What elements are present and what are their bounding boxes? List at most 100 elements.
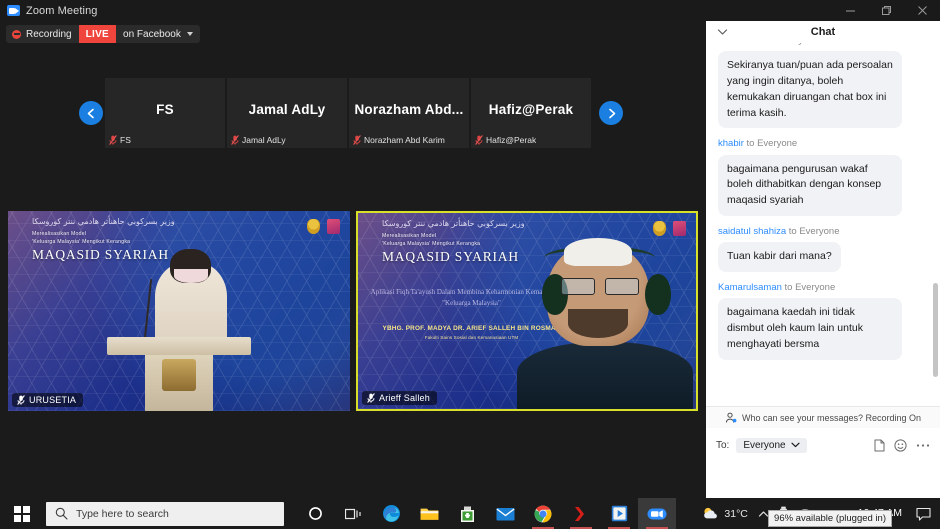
window-controls bbox=[832, 0, 940, 21]
slide-subtitle-line1: Merealisasikan Model bbox=[382, 233, 437, 239]
windows-taskbar: Type here to search 31°C AM 96% availabl… bbox=[0, 498, 940, 529]
chat-panel: Chat URUSETIA to Everyone Sekiranya tuan… bbox=[706, 21, 940, 498]
action-center-button[interactable] bbox=[910, 498, 936, 529]
chat-message-text: Tuan kabir dari mana? bbox=[718, 242, 841, 273]
thumbnail-name: Norazham Abd Karim bbox=[364, 135, 445, 145]
mic-muted-icon bbox=[109, 135, 117, 145]
slide-subtitle-line2: 'Keluarga Malaysia' Mengikut Kerangka bbox=[382, 240, 481, 247]
chat-sender-recipient: to Everyone bbox=[768, 43, 819, 46]
video-tile-arieff-salleh[interactable]: وزير بسركوبي حاهنأتر هادمي ننتر كوروسكا … bbox=[356, 211, 698, 411]
chat-sender-recipient: to Everyone bbox=[784, 282, 836, 294]
search-icon bbox=[55, 507, 68, 520]
chat-message-sender: URUSETIA to Everyone bbox=[718, 43, 928, 47]
google-chrome-icon[interactable] bbox=[524, 498, 562, 529]
recording-indicator[interactable]: Recording bbox=[6, 25, 79, 43]
chat-message: khabir to Everyone bagaimana pengurusan … bbox=[718, 138, 928, 216]
chat-sender-recipient: to Everyone bbox=[746, 138, 798, 150]
partly-sunny-icon bbox=[704, 507, 718, 519]
more-options-icon[interactable] bbox=[916, 443, 930, 448]
participant-thumbnail[interactable]: Hafiz@Perak Hafiz@Perak bbox=[471, 78, 591, 148]
task-view-icon[interactable] bbox=[334, 498, 372, 529]
chat-message-input[interactable] bbox=[706, 462, 940, 498]
participant-thumbnail[interactable]: Norazham Abd... Norazham Abd Karim bbox=[349, 78, 469, 148]
chat-message-text: bagaimana kaedah ini tidak dismbut oleh … bbox=[718, 298, 902, 360]
system-tray: 31°C ENG 10:47 AM bbox=[697, 498, 940, 529]
file-icon[interactable] bbox=[874, 439, 885, 452]
participant-thumbnail[interactable]: Jamal AdLy Jamal AdLy bbox=[227, 78, 347, 148]
chat-message-list[interactable]: URUSETIA to Everyone Sekiranya tuan/puan… bbox=[706, 43, 940, 406]
compose-to-label: To: bbox=[716, 439, 730, 451]
malaysia-crest-icon bbox=[653, 221, 666, 236]
search-input[interactable]: Type here to search bbox=[46, 501, 284, 526]
chevron-down-icon[interactable] bbox=[716, 26, 728, 38]
chat-header: Chat bbox=[706, 21, 940, 43]
search-placeholder: Type here to search bbox=[76, 507, 169, 520]
zoom-icon[interactable] bbox=[638, 498, 676, 529]
action-center-icon bbox=[915, 507, 931, 521]
chevron-down-icon bbox=[790, 442, 800, 448]
mic-muted-icon bbox=[231, 135, 239, 145]
chevron-down-icon bbox=[186, 32, 193, 36]
chat-message-sender: Kamarulsaman to Everyone bbox=[718, 282, 928, 294]
participant-thumbnail-strip: FS FS Jamal AdLy Jamal AdLy Norazham Abd… bbox=[0, 78, 706, 148]
chat-scrollbar[interactable] bbox=[933, 43, 938, 406]
video-tile-urusetia[interactable]: وزير بسركوبي حاهنأتر هادمي ننتر كوروسكا … bbox=[8, 211, 350, 411]
video-participant-name: Arieff Salleh bbox=[379, 393, 430, 403]
thumbnail-prev-button[interactable] bbox=[79, 101, 103, 125]
thumbnail-initials: Hafiz@Perak bbox=[488, 101, 574, 117]
live-target-label: on Facebook bbox=[123, 28, 181, 40]
participant-thumbnail[interactable]: FS FS bbox=[105, 78, 225, 148]
slide-speaker-affiliation: Fakulti Sains Sosial dan Kemanusiaan UTM bbox=[424, 335, 519, 340]
slide-subtitle: Merealisasikan Model 'Keluarga Malaysia'… bbox=[382, 233, 480, 248]
podium-emblem bbox=[161, 359, 197, 391]
slide-jawi-text: وزير بسركوبي حاهنأتر هادمي ننتر كوروسكا bbox=[382, 219, 525, 228]
cortana-icon[interactable] bbox=[296, 498, 334, 529]
microsoft-edge-icon[interactable] bbox=[372, 498, 410, 529]
malaysia-crest-icon bbox=[307, 219, 320, 234]
weather-widget[interactable]: 31°C bbox=[697, 498, 752, 529]
thumbnail-initials: Norazham Abd... bbox=[354, 101, 464, 117]
chat-message-text: bagaimana pengurusan wakaf boleh dithabi… bbox=[718, 154, 902, 216]
chat-scrollbar-thumb[interactable] bbox=[933, 282, 938, 377]
start-button[interactable] bbox=[0, 498, 44, 529]
close-button[interactable] bbox=[904, 0, 940, 21]
live-stream-target[interactable]: on Facebook bbox=[116, 25, 200, 43]
speaker-face-mask bbox=[173, 269, 209, 283]
chat-privacy-notice[interactable]: Who can see your messages? Recording On bbox=[706, 406, 940, 428]
window-title: Zoom Meeting bbox=[26, 4, 98, 17]
thumbnail-initials: Jamal AdLy bbox=[248, 101, 326, 117]
recording-label: Recording bbox=[26, 28, 72, 40]
chat-sender-name: saidatul shahiza bbox=[718, 225, 787, 237]
battery-tooltip: 96% available (plugged in) bbox=[768, 510, 892, 527]
slide-subtitle-line1: Merealisasikan Model bbox=[32, 231, 87, 237]
event-logo-icon bbox=[673, 221, 686, 236]
thumbnail-name: Jamal AdLy bbox=[242, 135, 286, 145]
thumbnail-footer: FS bbox=[109, 135, 131, 145]
thumbnail-footer: Norazham Abd Karim bbox=[353, 135, 445, 145]
microsoft-store-icon[interactable] bbox=[448, 498, 486, 529]
windows-logo-icon bbox=[14, 505, 30, 522]
chat-sender-name: Kamarulsaman bbox=[718, 282, 782, 294]
video-name-tag: Arieff Salleh bbox=[362, 391, 437, 405]
slide-title: MAQASID SYARIAH bbox=[382, 249, 519, 264]
thumbnail-next-button[interactable] bbox=[599, 101, 623, 125]
chat-message-sender: khabir to Everyone bbox=[718, 138, 928, 150]
kaspersky-icon[interactable] bbox=[562, 498, 600, 529]
chat-sender-name: URUSETIA bbox=[718, 43, 766, 46]
thumbnail-footer: Hafiz@Perak bbox=[475, 135, 536, 145]
eyeglass-left-lens bbox=[560, 277, 595, 296]
chat-message: URUSETIA to Everyone Sekiranya tuan/puan… bbox=[718, 43, 928, 129]
speaker-cap bbox=[564, 238, 632, 266]
podium-top bbox=[107, 337, 251, 355]
speaker-shoulders bbox=[516, 342, 693, 409]
emoji-icon[interactable] bbox=[894, 438, 907, 452]
minimize-button[interactable] bbox=[832, 0, 868, 21]
video-participant-name: URUSETIA bbox=[29, 395, 77, 405]
file-explorer-icon[interactable] bbox=[410, 498, 448, 529]
movies-tv-icon[interactable] bbox=[600, 498, 638, 529]
restore-button[interactable] bbox=[868, 0, 904, 21]
slide-speaker-name: YBHG. PROF. MADYA DR. ARIEF SALLEH BIN R… bbox=[382, 325, 561, 332]
chat-recipient-select[interactable]: Everyone bbox=[736, 437, 807, 453]
mail-icon[interactable] bbox=[486, 498, 524, 529]
chat-message: Kamarulsaman to Everyone bagaimana kaeda… bbox=[718, 282, 928, 360]
